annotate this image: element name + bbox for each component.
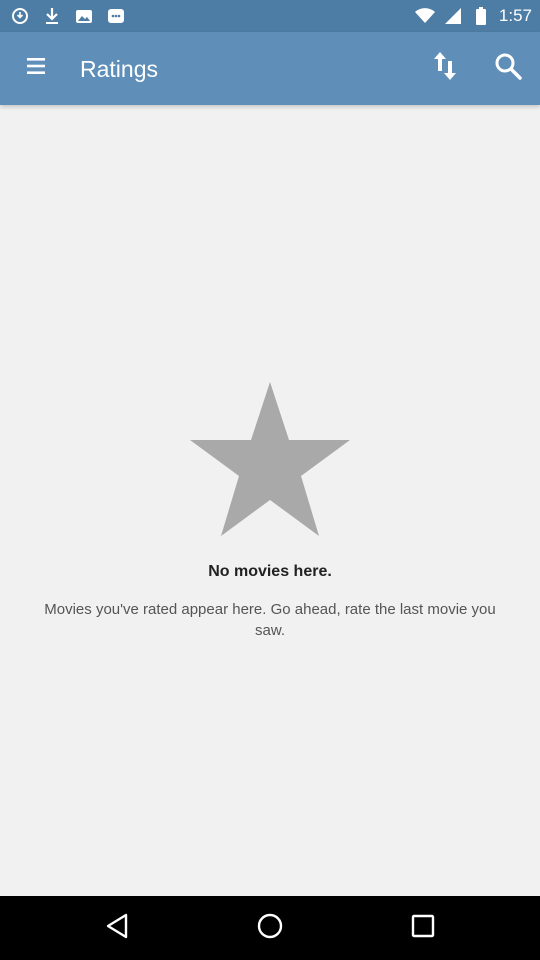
- home-button[interactable]: [240, 898, 300, 958]
- status-bar: 1:57: [0, 0, 540, 32]
- menu-button[interactable]: [12, 44, 60, 92]
- signal-icon: [443, 6, 463, 26]
- status-left-icons: [10, 6, 126, 26]
- back-button[interactable]: [87, 898, 147, 958]
- wifi-icon: [414, 6, 435, 26]
- app-bar: Ratings: [0, 32, 540, 105]
- status-time: 1:57: [498, 6, 532, 25]
- home-icon: [256, 912, 284, 945]
- empty-state: No movies here. Movies you've rated appe…: [0, 380, 540, 641]
- star-icon: [188, 380, 352, 543]
- status-right-icons: 1:57: [414, 6, 532, 26]
- empty-description: Movies you've rated appear here. Go ahea…: [44, 601, 496, 639]
- recents-button[interactable]: [393, 898, 453, 958]
- search-button[interactable]: [484, 44, 532, 92]
- page-title: Ratings: [80, 56, 158, 82]
- messaging-icon: [106, 6, 126, 26]
- recents-icon: [411, 914, 435, 943]
- menu-icon: [24, 57, 48, 80]
- download-icon: [42, 6, 62, 26]
- photos-icon: [74, 6, 94, 26]
- sort-icon: [432, 50, 458, 87]
- search-icon: [494, 52, 522, 85]
- empty-title: No movies here.: [208, 563, 332, 580]
- back-icon: [104, 912, 130, 945]
- data-saver-icon: [10, 6, 30, 26]
- sort-button[interactable]: [421, 44, 469, 92]
- navigation-bar: [0, 896, 540, 960]
- battery-icon: [471, 6, 491, 26]
